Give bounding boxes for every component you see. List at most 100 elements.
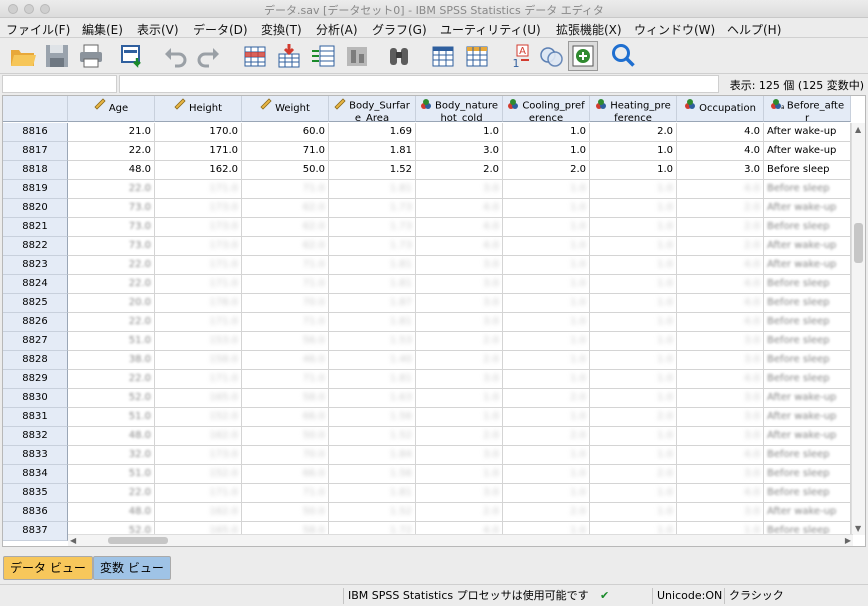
table-cell[interactable]: 62.0 xyxy=(242,237,329,256)
table-cell[interactable]: 56.0 xyxy=(242,332,329,351)
table-cell[interactable]: 3.0 xyxy=(677,161,764,180)
variables-button[interactable] xyxy=(308,41,338,71)
table-cell[interactable]: 66.0 xyxy=(242,408,329,427)
table-cell[interactable]: 153.0 xyxy=(155,332,242,351)
table-cell[interactable]: 73.0 xyxy=(68,199,155,218)
table-cell[interactable]: 48.0 xyxy=(68,427,155,446)
menu-analyze[interactable]: 分析(A) xyxy=(316,21,358,38)
table-cell[interactable]: 70.0 xyxy=(242,446,329,465)
row-header[interactable]: 8822 xyxy=(3,237,68,256)
row-header[interactable]: 8833 xyxy=(3,446,68,465)
table-cell[interactable]: Before sleep xyxy=(764,332,851,351)
column-header-height[interactable]: Height xyxy=(155,96,242,122)
table-cell[interactable]: 171.0 xyxy=(155,484,242,503)
table-cell[interactable]: 21.0 xyxy=(68,123,155,142)
table-cell[interactable]: Before sleep xyxy=(764,161,851,180)
table-cell[interactable]: 1.56 xyxy=(329,408,416,427)
table-cell[interactable]: 1.84 xyxy=(329,446,416,465)
table-cell[interactable]: 71.0 xyxy=(242,313,329,332)
table-cell[interactable]: 1.40 xyxy=(329,351,416,370)
table-cell[interactable]: 2.0 xyxy=(416,351,503,370)
table-cell[interactable]: 1.0 xyxy=(590,294,677,313)
table-cell[interactable]: 3.0 xyxy=(416,142,503,161)
cell-value-field[interactable] xyxy=(119,75,719,93)
table-cell[interactable]: 71.0 xyxy=(242,484,329,503)
table-cell[interactable]: 1.0 xyxy=(416,408,503,427)
table-cell[interactable]: After wake-up xyxy=(764,123,851,142)
table-cell[interactable]: 1.81 xyxy=(329,256,416,275)
table-cell[interactable]: 71.0 xyxy=(242,256,329,275)
table-cell[interactable]: 1.81 xyxy=(329,142,416,161)
table-cell[interactable]: 173.0 xyxy=(155,237,242,256)
table-cell[interactable]: 3.0 xyxy=(416,275,503,294)
row-header[interactable]: 8834 xyxy=(3,465,68,484)
table-cell[interactable]: 1.0 xyxy=(503,142,590,161)
table-cell[interactable]: 2.0 xyxy=(503,161,590,180)
table-cell[interactable]: 1.0 xyxy=(590,180,677,199)
table-cell[interactable]: 71.0 xyxy=(242,180,329,199)
data-grid[interactable]: Age Height Weight Body_Surfare_Area Body_nat… xyxy=(2,95,866,547)
table-cell[interactable]: After wake-up xyxy=(764,256,851,275)
column-header-occupation[interactable]: Occupation xyxy=(677,96,764,122)
save-file-button[interactable] xyxy=(42,41,72,71)
table-cell[interactable]: 1.0 xyxy=(416,465,503,484)
table-cell[interactable]: 2.0 xyxy=(590,123,677,142)
table-cell[interactable]: After wake-up xyxy=(764,408,851,427)
table-cell[interactable]: 1.0 xyxy=(503,294,590,313)
tab-data-view[interactable]: データ ビュー xyxy=(3,556,93,580)
table-cell[interactable]: 1.0 xyxy=(503,465,590,484)
horizontal-scrollbar[interactable]: ◀ ▶ xyxy=(68,534,853,546)
table-cell[interactable]: 50.0 xyxy=(242,503,329,522)
table-cell[interactable]: 71.0 xyxy=(242,370,329,389)
row-header[interactable]: 8836 xyxy=(3,503,68,522)
scroll-up-icon[interactable]: ▲ xyxy=(855,125,861,134)
table-cell[interactable]: 3.0 xyxy=(416,370,503,389)
table-cell[interactable]: 1.52 xyxy=(329,161,416,180)
table-cell[interactable]: 1.0 xyxy=(590,427,677,446)
table-cell[interactable]: 165.0 xyxy=(155,389,242,408)
table-cell[interactable]: 22.0 xyxy=(68,180,155,199)
table-cell[interactable]: 1.53 xyxy=(329,332,416,351)
menu-window[interactable]: ウィンドウ(W) xyxy=(634,21,715,38)
table-cell[interactable]: 4.0 xyxy=(677,142,764,161)
table-cell[interactable]: 1.0 xyxy=(590,237,677,256)
table-cell[interactable]: After wake-up xyxy=(764,142,851,161)
table-cell[interactable]: 3.0 xyxy=(416,256,503,275)
table-cell[interactable]: 4.0 xyxy=(677,484,764,503)
table-cell[interactable]: 1.0 xyxy=(590,503,677,522)
table-cell[interactable]: Before sleep xyxy=(764,351,851,370)
row-header[interactable]: 8818 xyxy=(3,161,68,180)
table-cell[interactable]: 51.0 xyxy=(68,408,155,427)
table-cell[interactable]: Before sleep xyxy=(764,180,851,199)
value-labels-button[interactable]: A1 xyxy=(506,41,536,71)
menu-graphs[interactable]: グラフ(G) xyxy=(372,21,427,38)
table-cell[interactable]: 1.81 xyxy=(329,484,416,503)
table-cell[interactable]: 162.0 xyxy=(155,503,242,522)
table-cell[interactable]: 1.52 xyxy=(329,427,416,446)
vertical-scrollbar[interactable]: ▲ ▼ xyxy=(851,123,865,535)
table-cell[interactable]: 3.0 xyxy=(416,313,503,332)
table-cell[interactable]: Before sleep xyxy=(764,294,851,313)
table-cell[interactable]: 3.0 xyxy=(677,503,764,522)
scroll-down-icon[interactable]: ▼ xyxy=(855,524,861,533)
table-cell[interactable]: 1.0 xyxy=(416,123,503,142)
tab-variable-view[interactable]: 変数 ビュー xyxy=(93,556,171,580)
table-cell[interactable]: 3.0 xyxy=(416,180,503,199)
table-cell[interactable]: 1.81 xyxy=(329,275,416,294)
table-cell[interactable]: After wake-up xyxy=(764,427,851,446)
table-cell[interactable]: 4.0 xyxy=(416,199,503,218)
goto-case-button[interactable] xyxy=(240,41,270,71)
scroll-left-icon[interactable]: ◀ xyxy=(70,536,76,545)
horizontal-scroll-thumb[interactable] xyxy=(108,537,168,544)
table-cell[interactable]: 1.0 xyxy=(590,142,677,161)
table-cell[interactable]: 22.0 xyxy=(68,275,155,294)
table-cell[interactable]: 48.0 xyxy=(68,161,155,180)
row-header[interactable]: 8826 xyxy=(3,313,68,332)
table-cell[interactable]: 22.0 xyxy=(68,142,155,161)
table-cell[interactable]: 1.0 xyxy=(503,275,590,294)
menu-utilities[interactable]: ユーティリティ(U) xyxy=(440,21,541,38)
table-cell[interactable]: 2.0 xyxy=(503,389,590,408)
row-header[interactable]: 8835 xyxy=(3,484,68,503)
table-cell[interactable]: After wake-up xyxy=(764,199,851,218)
row-header[interactable]: 8825 xyxy=(3,294,68,313)
